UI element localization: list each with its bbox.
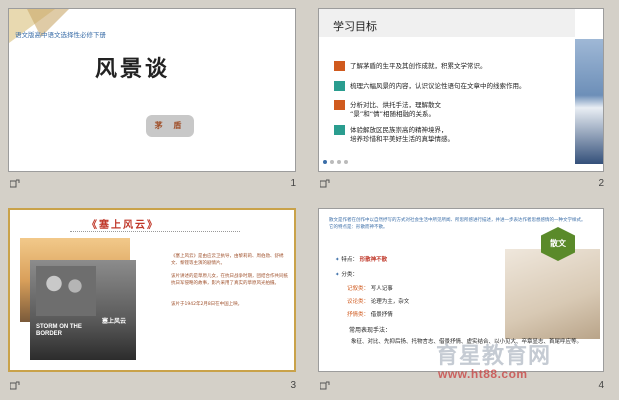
- bullet-box-icon: [334, 100, 345, 110]
- slide-2-footer: 2: [318, 178, 604, 190]
- methods-heading: 常用表现手法：: [349, 327, 392, 334]
- author-label: 茅 盾: [146, 115, 194, 137]
- point-item: 议论类： 论理为主，杂文: [347, 299, 410, 305]
- bullet-box-icon: [334, 61, 345, 71]
- bullet-icon: ✦: [335, 257, 340, 263]
- slide-3[interactable]: 《塞上风云》 STORM ON THE BORDER 塞上风云 《塞上风云》是由…: [8, 208, 296, 372]
- slide-subtitle: 语文版高中语文选择性必修下册: [15, 31, 106, 39]
- slide-number: 1: [290, 178, 296, 189]
- poster-title-cn: 塞上风云: [102, 318, 127, 325]
- essay-intro: 散文是作者在创作中以自然抒写的方式对社会生活中所见所闻、所思所感进行描述，并进一…: [329, 218, 586, 230]
- bullet-icon: ✦: [335, 272, 340, 278]
- slide-4-footer: 4: [318, 380, 604, 392]
- slide-transition-icon[interactable]: [10, 381, 20, 390]
- point-item: ✦ 特点： 形散神不散: [335, 257, 388, 263]
- slide-1[interactable]: 语文版高中语文选择性必修下册 风景谈 茅 盾: [8, 8, 296, 172]
- slide-heading: 学习目标: [333, 20, 377, 33]
- slide-number: 2: [598, 178, 604, 189]
- slide-3-footer: 3: [8, 380, 296, 392]
- slide-transition-icon[interactable]: [320, 179, 330, 188]
- mountain-photo: [575, 39, 603, 164]
- slide-1-footer: 1: [8, 178, 296, 190]
- slide-title: 《塞上风云》: [87, 220, 159, 231]
- bullet-box-icon: [334, 81, 345, 91]
- watermark-url: www.ht88.com: [438, 367, 528, 381]
- film-description: 《塞上风云》是由应云卫执导，由黎莉莉、周伯勋、舒绣文、黎铿等主演的剧情片。: [171, 254, 284, 266]
- slide-number: 4: [598, 380, 604, 391]
- slide-transition-icon[interactable]: [320, 381, 330, 390]
- watermark-text: 育星教育网: [436, 344, 552, 369]
- slide-2[interactable]: 学习目标 了解茅盾的生平及其创作成就，积累文学常识。 梳理六幅风景的内容，认识议…: [318, 8, 604, 172]
- slide-number: 3: [290, 380, 296, 391]
- movie-poster: STORM ON THE BORDER 塞上风云: [30, 260, 136, 360]
- slide-title: 风景谈: [95, 56, 171, 82]
- reading-photo: [505, 249, 600, 339]
- poster-figures: [36, 266, 96, 316]
- poster-title: STORM ON THE BORDER: [36, 324, 82, 337]
- point-item: 记叙类： 写人记事: [347, 286, 393, 292]
- title-underline: [70, 231, 240, 232]
- point-item: ✦ 分类：: [335, 272, 358, 278]
- point-item: 抒情类： 借景抒情: [347, 312, 393, 318]
- film-release: 该片于1942年2月8日在中国上映。: [171, 302, 243, 307]
- film-description: 该片讲述的是草原儿女，在抗日战争时期，团结合作共同抵抗日军侵略的故事，影片采用了…: [171, 274, 288, 286]
- slide-transition-icon[interactable]: [10, 179, 20, 188]
- bullet-box-icon: [334, 125, 345, 135]
- pagination-dots-icon: [323, 160, 348, 164]
